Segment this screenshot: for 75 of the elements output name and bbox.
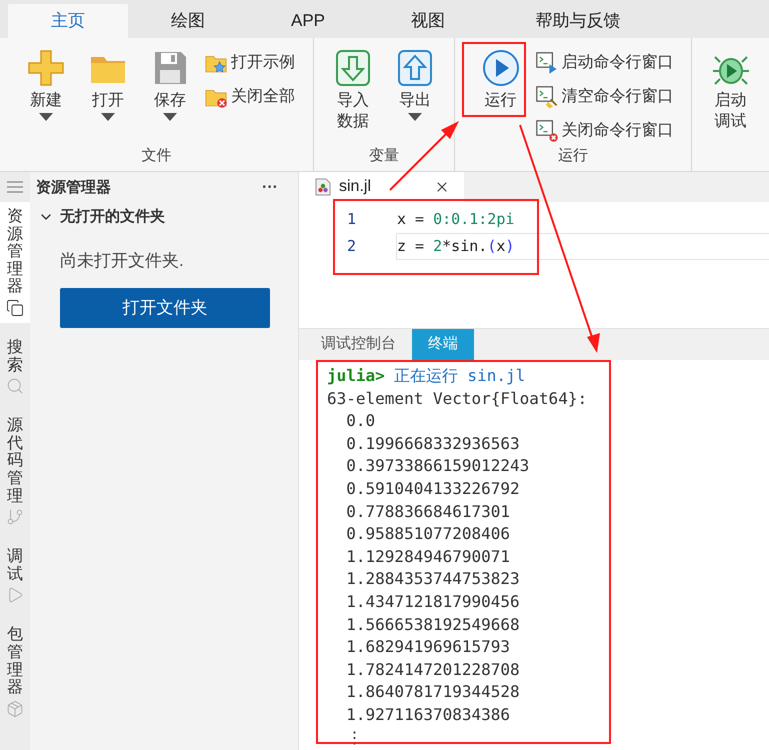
explorer-title: 资源管理器	[36, 178, 111, 198]
ribbon-small-button[interactable]: 关闭全部	[204, 82, 295, 112]
package-icon	[6, 700, 24, 718]
dropdown-caret-icon	[39, 113, 53, 121]
terminal-arrow-icon	[534, 51, 558, 75]
section-header[interactable]: 无打开的文件夹	[30, 204, 298, 230]
activity-tab[interactable]: 调试	[0, 542, 30, 610]
branch-icon	[6, 508, 24, 526]
editor-tab[interactable]: sin.jl	[299, 172, 464, 202]
activity-tab[interactable]: 包管理器	[0, 620, 30, 724]
search-icon	[6, 377, 24, 396]
terminal-output-line: 1.4347121817990456	[345, 590, 520, 613]
terminal-prompt: julia>	[327, 365, 385, 387]
play-icon	[480, 48, 520, 88]
activity-label: 资源管理器	[7, 208, 23, 296]
terminal-output-line: 1.5666538192549668	[345, 614, 520, 636]
ribbon-small-button[interactable]: 关闭命令行窗口	[534, 116, 674, 146]
ribbon-small-button[interactable]: 启动命令行窗口	[534, 48, 674, 78]
copy-icon	[6, 298, 24, 317]
activity-tab[interactable]: 源代码管理	[0, 411, 30, 532]
ribbon-button[interactable]: 保存	[142, 44, 198, 123]
ribbon-small-button[interactable]: 清空命令行窗口	[534, 82, 674, 112]
activity-label: 源代码管理	[7, 417, 23, 506]
ribbon-button[interactable]: 新建	[18, 44, 74, 123]
ribbon-group-label: 运行	[557, 147, 589, 165]
terminal-output-line: 63-element Vector{Float64}:	[327, 388, 588, 410]
terminal-output-line: 1.682941969615793	[345, 636, 510, 658]
ribbon-button[interactable]: 导出	[387, 44, 443, 123]
code-line: z = 2*sin.(x)	[396, 233, 769, 260]
terminal-output-line: 0.39733866159012243	[345, 455, 530, 478]
terminal-output-line: 1.8640781719344528	[345, 681, 520, 704]
ribbon-button[interactable]: 打开	[80, 44, 136, 123]
plus-icon	[26, 48, 66, 88]
ribbon-tab[interactable]: 绘图	[128, 4, 248, 38]
ribbon-tab[interactable]: 主页	[8, 4, 128, 38]
activity-label: 搜索	[7, 338, 23, 374]
activity-tab[interactable]: 搜索	[0, 332, 30, 402]
empty-message: 尚未打开文件夹.	[59, 250, 185, 272]
line-number: 2	[346, 236, 358, 258]
julia-file-icon	[315, 178, 331, 196]
terminal-command: 正在运行 sin.jl	[394, 365, 526, 387]
dropdown-caret-icon	[408, 113, 422, 121]
ribbon-tab[interactable]: 帮助与反馈	[488, 4, 668, 38]
ribbon-group-label: 变量	[368, 147, 400, 165]
open-folder-button[interactable]: 打开文件夹	[60, 288, 270, 328]
line-number: 1	[346, 209, 358, 230]
menu-icon[interactable]	[7, 181, 23, 193]
terminal-output-line: 1.2884353744753823	[345, 568, 520, 590]
more-button[interactable]: ···	[262, 176, 278, 200]
terminal-output-line: 1.129284946790071	[345, 546, 510, 568]
terminal-output-line: 0.5910404133226792	[345, 478, 520, 500]
activity-label: 包管理器	[7, 626, 23, 697]
ribbon-group-label: 文件	[140, 147, 172, 165]
import-icon	[333, 48, 373, 88]
ribbon-button[interactable]: 启动调试	[702, 44, 758, 134]
terminal-output-line: 1.7824147201228708	[345, 658, 520, 681]
dropdown-caret-icon	[101, 113, 115, 121]
activity-label: 调试	[7, 548, 23, 584]
dropdown-caret-icon	[163, 113, 177, 121]
panel-tab[interactable]: 调试控制台	[305, 329, 412, 360]
export-icon	[395, 48, 435, 88]
terminal-output-line: 0.1996668332936563	[345, 432, 520, 455]
ribbon-tab[interactable]: 视图	[368, 4, 488, 38]
ribbon-tab[interactable]: APP	[248, 4, 368, 38]
terminal-delete-icon	[534, 119, 558, 143]
code-line: x = 0:0.1:2pi	[396, 209, 516, 230]
ribbon-small-button[interactable]: 打开示例	[204, 48, 295, 78]
ribbon-button[interactable]: 运行	[472, 44, 528, 113]
ribbon-button[interactable]: 导入数据	[325, 44, 381, 134]
terminal-output-line: 0.778836684617301	[345, 500, 510, 523]
terminal-output-line: 1.927116370834386	[345, 704, 510, 726]
activity-tab[interactable]: 资源管理器	[0, 202, 30, 323]
terminal-broom-icon	[534, 85, 558, 109]
terminal-output-line: 0.958851077208406	[345, 523, 510, 546]
terminal-output-line: 0.0	[345, 410, 376, 432]
